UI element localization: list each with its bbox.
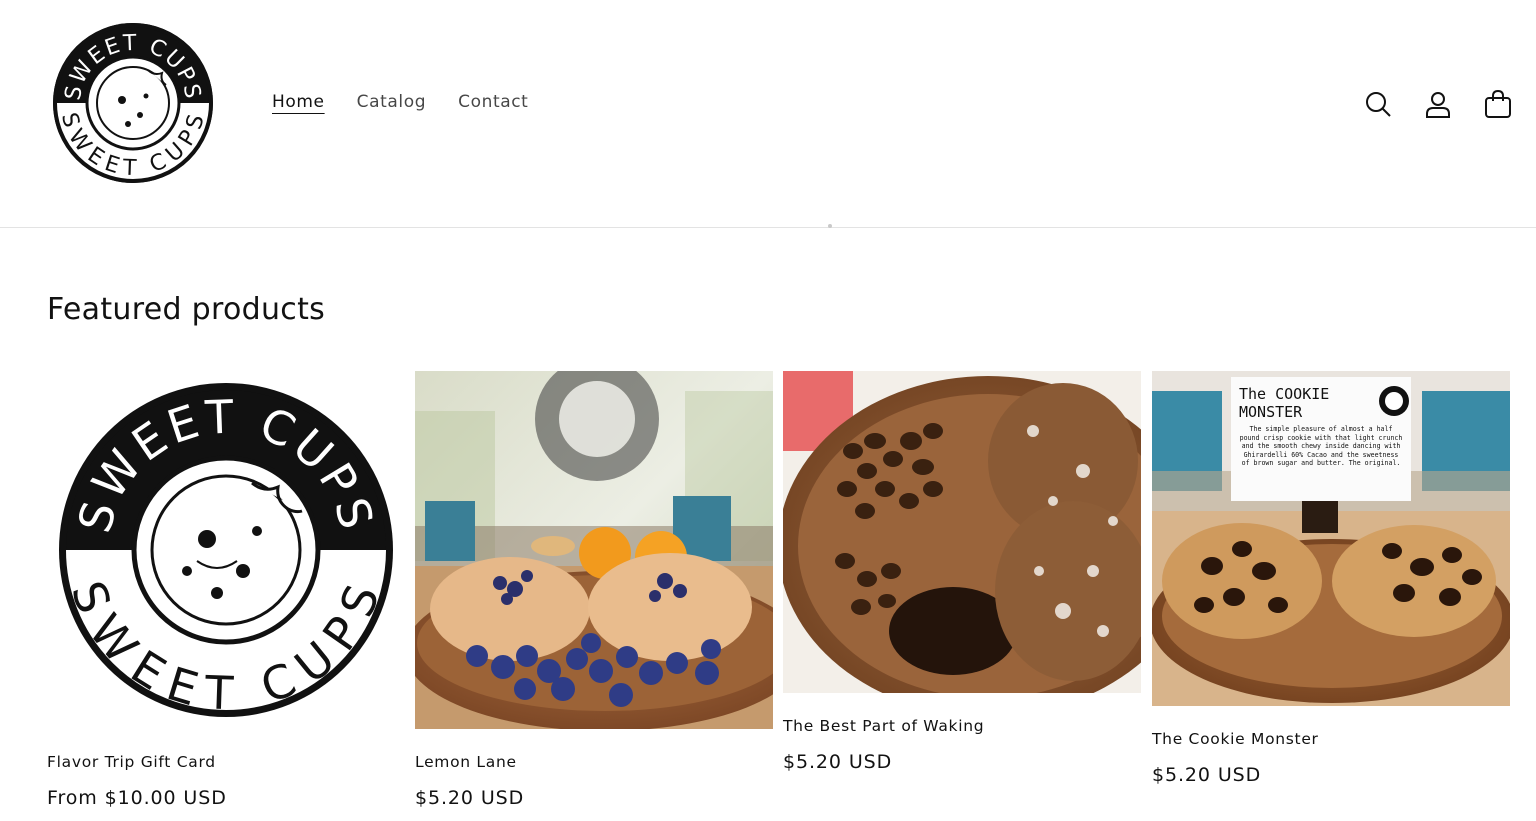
product-title[interactable]: Flavor Trip Gift Card (47, 753, 405, 771)
product-card[interactable]: Lemon Lane $5.20 USD (415, 371, 773, 809)
header-icons (1362, 88, 1514, 120)
product-title[interactable]: The Best Part of Waking (783, 717, 1141, 735)
product-price: $5.20 USD (783, 751, 893, 773)
search-icon[interactable] (1362, 88, 1394, 120)
product-title[interactable]: The Cookie Monster (1152, 730, 1510, 748)
product-card[interactable]: The COOKIE MONSTER The simple pleasure o… (1152, 371, 1510, 786)
scroll-indicator (828, 224, 832, 228)
product-price: From $10.00 USD (47, 787, 227, 809)
main-nav: Home Catalog Contact (272, 92, 528, 112)
sign-title-line2: MONSTER (1239, 403, 1303, 421)
product-image-cookie-monster[interactable]: The COOKIE MONSTER The simple pleasure o… (1152, 371, 1510, 706)
cart-icon[interactable] (1482, 88, 1514, 120)
section-title: Featured products (47, 292, 326, 327)
product-image-lemon-lane[interactable] (415, 371, 773, 729)
product-title[interactable]: Lemon Lane (415, 753, 773, 771)
product-card[interactable]: The Best Part of Waking $5.20 USD (783, 371, 1141, 773)
cookie-monster-sign: The COOKIE MONSTER The simple pleasure o… (1231, 377, 1411, 501)
sign-title-line1: The COOKIE (1239, 385, 1330, 403)
nav-contact[interactable]: Contact (458, 92, 528, 112)
sweet-cups-logo[interactable]: SWEET CUPS SWEET CUPS (50, 20, 216, 186)
product-price: $5.20 USD (415, 787, 525, 809)
account-icon[interactable] (1422, 88, 1454, 120)
product-image-best-part-of-waking[interactable] (783, 371, 1141, 693)
sign-body: The simple pleasure of almost a half pou… (1239, 425, 1403, 468)
product-image-logo[interactable]: SWEET CUPS SWEET CUPS (47, 371, 405, 729)
nav-home[interactable]: Home (272, 92, 325, 112)
nav-catalog[interactable]: Catalog (357, 92, 427, 112)
product-price: $5.20 USD (1152, 764, 1262, 786)
product-card[interactable]: SWEET CUPS SWEET CUPS Flavor Trip Gift C… (47, 371, 405, 809)
site-header: SWEET CUPS SWEET CUPS Home Catalog Conta… (0, 0, 1536, 228)
